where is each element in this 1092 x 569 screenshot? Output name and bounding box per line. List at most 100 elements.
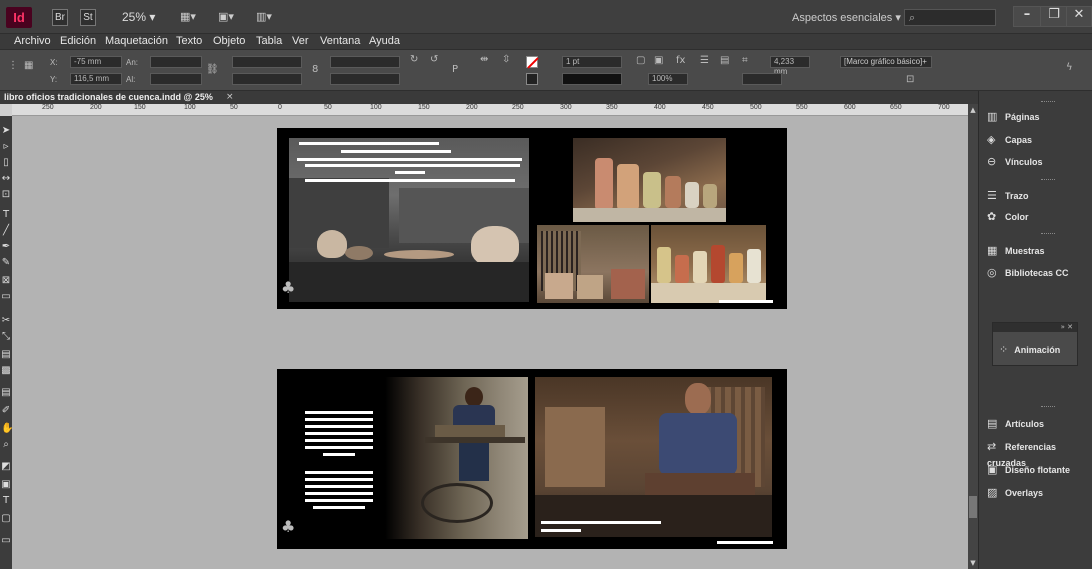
offset-field[interactable]: 4,233 mm xyxy=(770,56,810,76)
gradient-tool-icon[interactable]: ▤ xyxy=(1,348,11,362)
panel-overlays[interactable]: ▨ Overlays xyxy=(987,485,1043,501)
close-button[interactable]: ✕ xyxy=(1066,6,1092,27)
text-line[interactable] xyxy=(299,142,439,145)
screen-mode-icon[interactable]: ▣▾ xyxy=(218,10,234,25)
text-line[interactable] xyxy=(305,485,373,488)
panel-paginas[interactable]: ▥ Páginas xyxy=(987,109,1040,125)
corner-style-select[interactable] xyxy=(742,73,782,85)
selection-tool-icon[interactable]: ➤ xyxy=(1,124,11,138)
horizontal-ruler[interactable]: 250 200 150 100 50 0 50 100 150 200 250 … xyxy=(12,104,968,116)
text-line[interactable] xyxy=(297,158,522,161)
ruler-origin[interactable] xyxy=(0,104,12,116)
note-tool-icon[interactable]: ▤ xyxy=(1,386,11,400)
scrollbar-thumb[interactable] xyxy=(969,496,977,518)
fill-stroke-icon[interactable]: ◩ xyxy=(1,460,11,474)
vertical-scrollbar[interactable]: ▲ ▼ xyxy=(968,104,978,569)
animation-panel-header[interactable]: » ✕ xyxy=(993,323,1077,332)
type-tool-icon[interactable]: T xyxy=(1,208,11,222)
text-line[interactable] xyxy=(313,506,365,509)
text-line[interactable] xyxy=(305,446,373,449)
photo-pigments[interactable] xyxy=(651,225,766,303)
animation-panel[interactable]: » ✕ ⁘ Animación xyxy=(992,322,1078,366)
scissors-tool-icon[interactable]: ✂ xyxy=(1,314,11,328)
flip-vertical-icon[interactable]: ⇳ xyxy=(502,54,510,65)
panel-bibliotecas-cc[interactable]: ◎ Bibliotecas CC xyxy=(987,265,1069,281)
select-container-icon[interactable]: P xyxy=(452,64,458,75)
text-line[interactable] xyxy=(305,471,373,474)
menu-texto[interactable]: Texto xyxy=(176,34,202,49)
clear-overrides-icon[interactable]: ⊡ xyxy=(906,74,914,85)
stroke-swatch[interactable] xyxy=(526,73,538,85)
search-input[interactable]: ⌕ xyxy=(904,9,996,26)
photo-potter-working[interactable] xyxy=(385,377,528,539)
formatting-affects-icon[interactable]: ▣ xyxy=(1,478,11,492)
panel-grip[interactable] xyxy=(1041,406,1055,408)
text-line[interactable] xyxy=(341,150,451,153)
normal-view-icon[interactable]: ▢ xyxy=(1,512,11,526)
hand-tool-icon[interactable]: ✋ xyxy=(1,422,13,436)
photo-pottery[interactable] xyxy=(289,138,529,302)
restore-button[interactable]: ❐ xyxy=(1040,6,1068,27)
photo-jars[interactable] xyxy=(573,138,726,222)
constrain-proportions-icon[interactable]: ⛓ xyxy=(206,64,219,75)
object-style-select[interactable]: [Marco gráfico básico]+ xyxy=(840,56,932,68)
zoom-dropdown[interactable]: 25% ▾ xyxy=(122,10,155,24)
menu-objeto[interactable]: Objeto xyxy=(213,34,245,49)
document-canvas[interactable]: ♣ ♣ xyxy=(12,116,968,569)
width-field[interactable] xyxy=(150,56,202,68)
panel-capas[interactable]: ◈ Capas xyxy=(987,132,1032,148)
align-icon[interactable]: ▤ xyxy=(720,55,729,66)
panel-vinculos[interactable]: ⊖ Vínculos xyxy=(987,154,1043,170)
menu-ver[interactable]: Ver xyxy=(292,34,309,49)
gradient-feather-icon[interactable]: ▩ xyxy=(1,364,11,378)
text-line[interactable] xyxy=(305,418,373,421)
close-tab-icon[interactable]: × xyxy=(226,91,234,104)
direct-selection-tool-icon[interactable]: ▹ xyxy=(1,140,11,154)
photo-craftsman[interactable] xyxy=(535,377,772,537)
text-wrap-icon[interactable]: ☰ xyxy=(700,55,709,66)
panel-animacion[interactable]: ⁘ Animación xyxy=(999,343,1060,356)
rectangle-tool-icon[interactable]: ▭ xyxy=(1,290,11,304)
text-line[interactable] xyxy=(305,478,373,481)
text-line[interactable] xyxy=(395,171,425,174)
stroke-type-select[interactable] xyxy=(562,73,622,85)
pen-tool-icon[interactable]: ✒ xyxy=(1,240,11,254)
text-line[interactable] xyxy=(541,529,581,532)
fill-swatch[interactable] xyxy=(526,56,539,69)
panel-referencias-cruzadas[interactable]: ⇄ Referencias cruzadas xyxy=(987,439,1092,468)
scroll-down-icon[interactable]: ▼ xyxy=(969,559,977,567)
text-line[interactable] xyxy=(323,453,355,456)
zoom-tool-icon[interactable]: ⌕ xyxy=(1,438,11,452)
fit-frame-icon[interactable]: ⌗ xyxy=(742,55,748,66)
text-line[interactable] xyxy=(305,425,373,428)
link-scale-icon[interactable]: 8 xyxy=(312,64,318,75)
text-line[interactable] xyxy=(305,499,373,502)
text-line[interactable] xyxy=(305,432,373,435)
panel-diseno-flotante[interactable]: ▣ Diseño flotante xyxy=(987,462,1070,478)
height-field[interactable] xyxy=(150,73,202,85)
spread-2[interactable]: ♣ xyxy=(277,369,787,549)
text-line[interactable] xyxy=(541,521,661,524)
effects-icon[interactable]: fx xyxy=(676,55,685,66)
stock-button[interactable]: St xyxy=(80,9,96,26)
panel-trazo[interactable]: ☰ Trazo xyxy=(987,188,1029,204)
panel-grip[interactable] xyxy=(1041,101,1055,103)
line-tool-icon[interactable]: ╱ xyxy=(1,224,11,238)
pencil-tool-icon[interactable]: ✎ xyxy=(1,256,11,270)
text-line[interactable] xyxy=(305,179,515,182)
text-line[interactable] xyxy=(305,411,373,414)
flip-horizontal-icon[interactable]: ⇹ xyxy=(480,54,488,65)
panel-grip[interactable] xyxy=(1041,179,1055,181)
eyedropper-tool-icon[interactable]: ✐ xyxy=(1,404,11,418)
rectangle-frame-tool-icon[interactable]: ⊠ xyxy=(1,274,11,288)
view-options-icon[interactable]: ▦▾ xyxy=(180,10,196,25)
reference-point-icon[interactable]: ▦ xyxy=(24,60,33,71)
free-transform-tool-icon[interactable]: ⤡ xyxy=(1,330,11,344)
bridge-button[interactable]: Br xyxy=(52,9,68,26)
document-tab[interactable]: libro oficios tradicionales de cuenca.in… xyxy=(0,91,974,104)
rotate-clockwise-icon[interactable]: ↻ xyxy=(410,54,418,65)
text-line[interactable] xyxy=(717,541,773,544)
workspace-switcher[interactable]: Aspectos esenciales ▾ xyxy=(792,11,901,24)
content-collector-icon[interactable]: ⊡ xyxy=(1,188,11,202)
gap-tool-icon[interactable]: ↔ xyxy=(1,172,11,186)
